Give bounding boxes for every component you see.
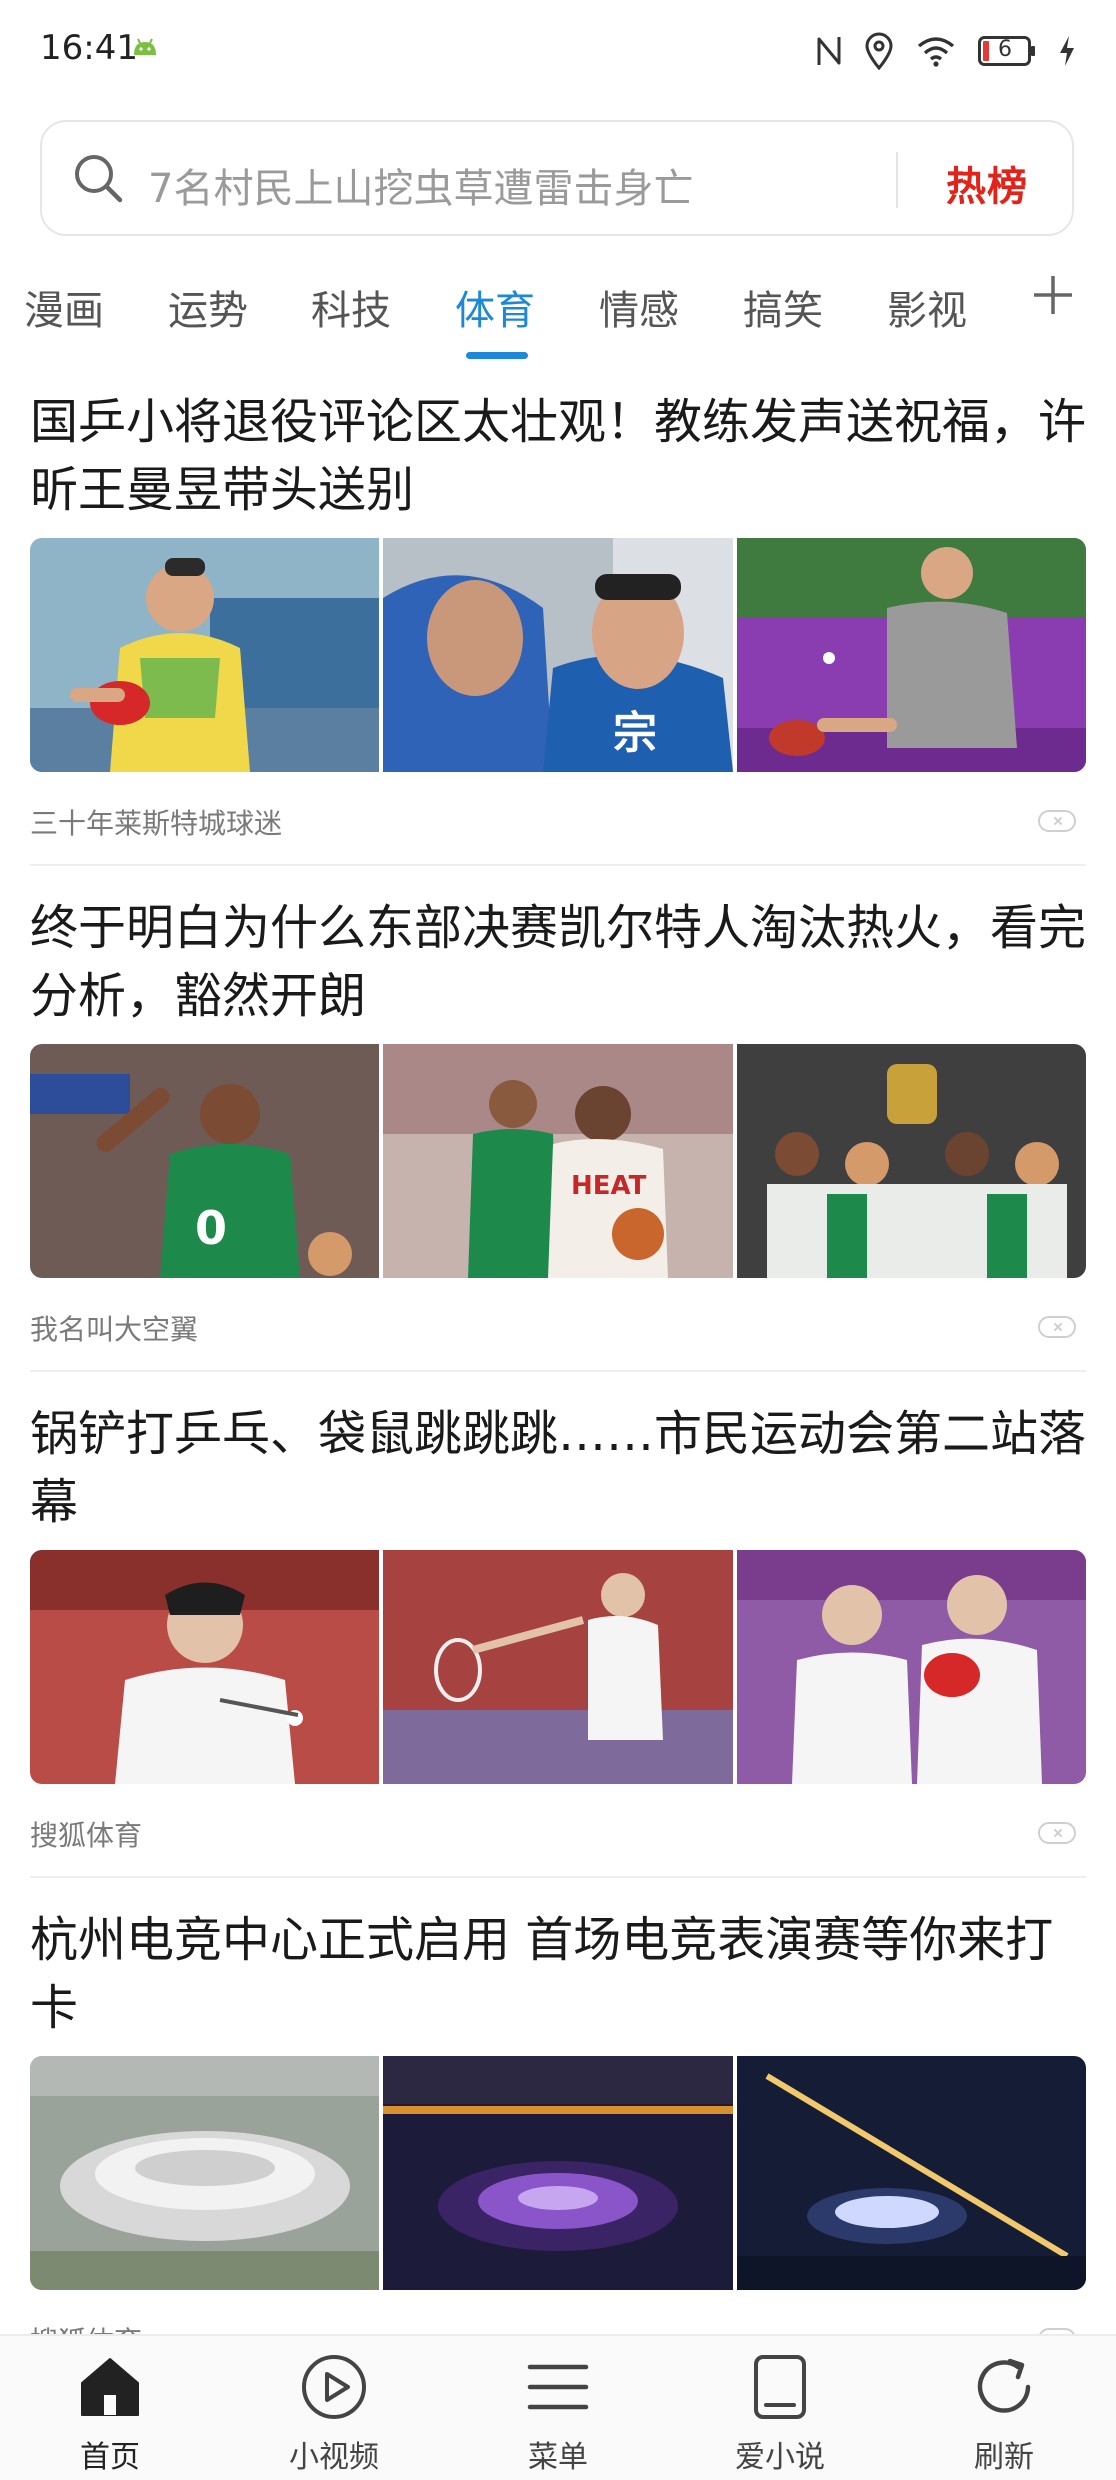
news-image[interactable] [383, 2056, 733, 2290]
nav-home[interactable]: 首页 [30, 2350, 190, 2476]
nfc-icon [817, 37, 841, 65]
dismiss-icon[interactable] [1038, 1822, 1076, 1844]
news-image[interactable] [736, 2056, 1086, 2290]
dismiss-icon[interactable] [1038, 1316, 1076, 1338]
news-image[interactable] [30, 2056, 380, 2290]
news-image[interactable] [736, 538, 1086, 772]
tab-film-tv[interactable]: 影视 [887, 278, 967, 336]
android-notification-icon [134, 38, 156, 55]
nav-label: 爱小说 [735, 2440, 825, 2475]
active-tab-indicator [466, 352, 528, 359]
news-title[interactable]: 锅铲打乒乓、袋鼠跳跳跳……市民运动会第二站落幕 [30, 1400, 1086, 1536]
news-image[interactable]: 0 [30, 1044, 380, 1278]
news-image[interactable] [383, 1550, 733, 1784]
news-source: 我名叫大空翼 [30, 1313, 199, 1346]
battery-icon: 6 [978, 36, 1036, 66]
nav-label: 菜单 [528, 2440, 588, 2475]
add-tab-icon[interactable] [1030, 272, 1076, 318]
news-image[interactable] [30, 1550, 380, 1784]
dismiss-icon[interactable] [1038, 810, 1076, 832]
news-image[interactable] [736, 1550, 1086, 1784]
category-tabs: 漫画 运势 科技 体育 情感 搞笑 影视 [0, 258, 1116, 368]
refresh-icon [977, 2358, 1031, 2413]
news-image[interactable]: 宗 [383, 538, 733, 772]
play-circle-icon [302, 2355, 366, 2419]
news-source: 三十年莱斯特城球迷 [30, 807, 283, 840]
search-bar[interactable]: 7名村民上山挖虫草遭雷击身亡 热榜 [40, 120, 1074, 236]
news-thumbnails[interactable]: 0 HEAT [30, 1044, 1086, 1278]
wifi-icon [917, 37, 955, 67]
divider [30, 1876, 1086, 1878]
hot-list-button[interactable]: 热榜 [946, 154, 1028, 212]
news-thumbnails[interactable]: 宗 [30, 538, 1086, 772]
charging-icon [1060, 36, 1074, 66]
tab-horoscope[interactable]: 运势 [168, 278, 248, 336]
bottom-navigation: 首页 小视频 菜单 爱小说 刷新 [0, 2334, 1116, 2480]
tab-sports[interactable]: 体育 [455, 278, 535, 336]
news-image[interactable] [736, 1044, 1086, 1278]
nav-refresh[interactable]: 刷新 [924, 2350, 1084, 2476]
news-thumbnails[interactable] [30, 2056, 1086, 2290]
location-icon [865, 32, 893, 70]
svg-text:0: 0 [195, 1201, 227, 1255]
news-image[interactable]: HEAT [383, 1044, 733, 1278]
status-bar: 16:41 6 [0, 0, 1116, 100]
menu-icon [527, 2364, 589, 2410]
book-icon [754, 2355, 806, 2419]
news-title[interactable]: 杭州电竞中心正式启用 首场电竞表演赛等你来打卡 [30, 1906, 1086, 2042]
battery-level: 6 [998, 37, 1012, 62]
news-thumbnails[interactable] [30, 1550, 1086, 1784]
tab-emotion[interactable]: 情感 [599, 278, 679, 336]
nav-label: 小视频 [289, 2440, 379, 2475]
news-title[interactable]: 终于明白为什么东部决赛凯尔特人淘汰热火，看完分析，豁然开朗 [30, 894, 1086, 1030]
search-icon [75, 155, 123, 203]
nav-label: 首页 [80, 2440, 140, 2475]
nav-menu[interactable]: 菜单 [478, 2350, 638, 2476]
nav-short-video[interactable]: 小视频 [254, 2350, 414, 2476]
news-image[interactable] [30, 538, 380, 772]
svg-text:HEAT: HEAT [571, 1171, 647, 1201]
status-time: 16:41 [40, 28, 138, 68]
nav-label: 刷新 [974, 2440, 1034, 2475]
home-icon [81, 2358, 139, 2416]
divider [30, 1370, 1086, 1372]
divider [30, 864, 1086, 866]
svg-text:宗: 宗 [613, 708, 657, 759]
tab-funny[interactable]: 搞笑 [743, 278, 823, 336]
news-title[interactable]: 国乒小将退役评论区太壮观！教练发声送祝福，许昕王曼昱带头送别 [30, 388, 1086, 524]
tab-comics[interactable]: 漫画 [24, 278, 104, 336]
news-source: 搜狐体育 [30, 1819, 143, 1852]
tab-tech[interactable]: 科技 [311, 278, 391, 336]
nav-novel[interactable]: 爱小说 [700, 2350, 860, 2476]
search-placeholder[interactable]: 7名村民上山挖虫草遭雷击身亡 [148, 156, 693, 214]
search-divider [896, 152, 898, 208]
